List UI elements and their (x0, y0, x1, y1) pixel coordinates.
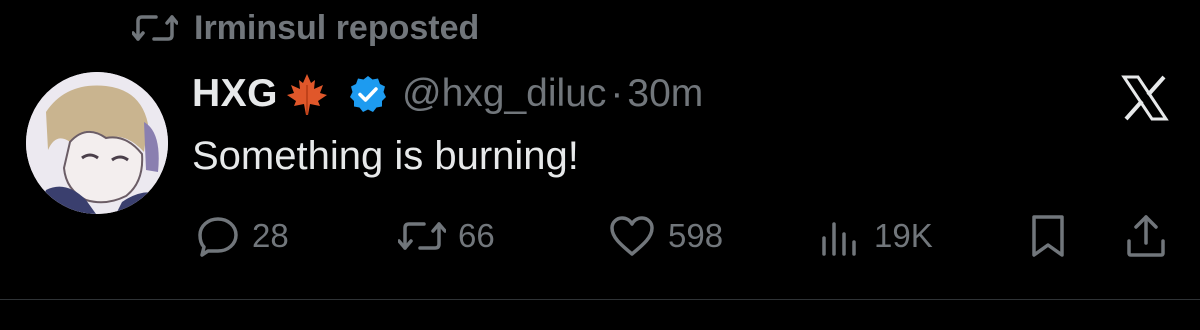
like-button[interactable]: 598 (608, 210, 723, 262)
user-handle[interactable]: @hxg_diluc (402, 72, 606, 116)
tweet-text: Something is burning! (192, 134, 579, 178)
repost-count: 66 (458, 217, 495, 254)
like-count: 598 (668, 217, 724, 254)
avatar[interactable] (26, 72, 168, 214)
verified-badge-icon (348, 74, 388, 114)
divider (0, 299, 1200, 300)
reply-count: 28 (252, 217, 289, 254)
display-name[interactable]: HXG (192, 72, 278, 116)
timestamp[interactable]: 30m (627, 72, 703, 116)
repost-icon (398, 216, 446, 256)
reply-button[interactable]: 28 (196, 210, 289, 262)
view-count: 19K (874, 217, 933, 254)
views-button[interactable]: 19K (818, 210, 933, 262)
maple-leaf-icon (284, 71, 330, 117)
x-logo-icon (1120, 74, 1170, 122)
action-bar: 28 66 598 19K (0, 210, 1200, 262)
heart-icon (608, 214, 656, 258)
share-icon (1124, 213, 1168, 259)
bookmark-icon (1028, 213, 1068, 259)
bookmark-button[interactable] (1028, 210, 1068, 262)
repost-button[interactable]: 66 (398, 210, 495, 262)
repost-indicator[interactable]: Irminsul reposted (132, 6, 479, 50)
share-button[interactable] (1124, 210, 1168, 262)
reply-icon (196, 214, 240, 258)
repost-label: Irminsul reposted (194, 8, 480, 47)
analytics-icon (818, 214, 862, 258)
repost-icon (132, 11, 178, 45)
tweet-header: HXG @hxg_diluc · 30m (192, 66, 703, 122)
separator-dot: · (610, 72, 624, 115)
